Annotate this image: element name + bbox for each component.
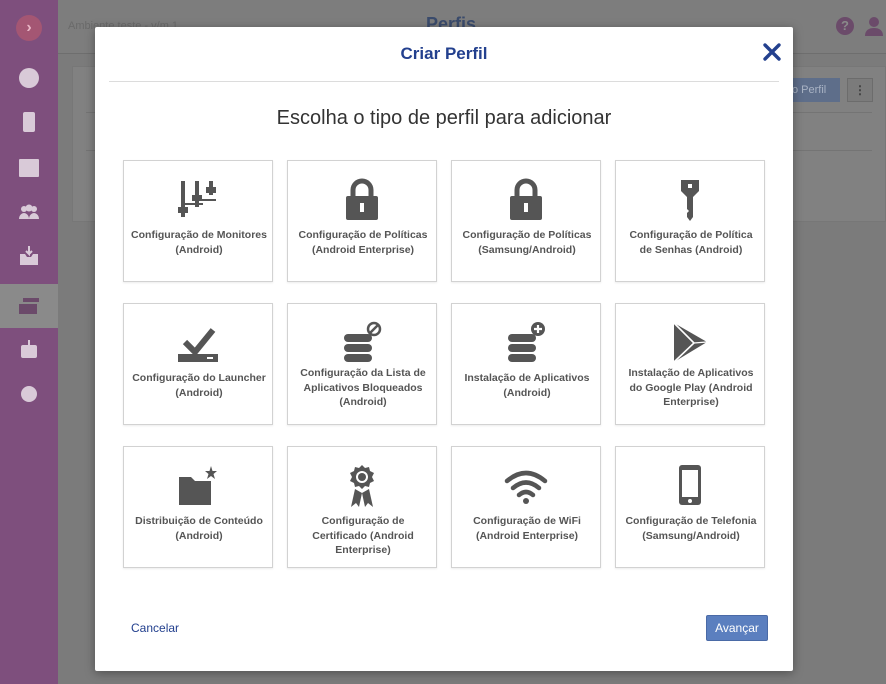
profile-type-grid: Configuração de Monitores (Android) Conf… <box>123 160 765 570</box>
sidebar-item-robot[interactable] <box>0 328 58 372</box>
profile-card-app-install[interactable]: Instalação de Aplicativos (Android) <box>451 303 601 425</box>
help-icon[interactable]: ? <box>836 17 854 35</box>
new-profile-button[interactable]: o Perfil <box>790 78 840 102</box>
card-label: Configuração do Launcher (Android) <box>132 372 266 399</box>
sidebar-item-profiles[interactable] <box>0 284 58 328</box>
sliders-icon <box>178 181 216 217</box>
lock-icon <box>346 178 378 220</box>
profile-card-content[interactable]: Distribuição de Conteúdo (Android) <box>123 446 273 568</box>
check-tray-icon <box>178 328 218 362</box>
profile-card-launcher[interactable]: Configuração do Launcher (Android) <box>123 303 273 425</box>
card-label: Configuração de Certificado (Android Ent… <box>312 515 414 556</box>
profile-card-policies-samsung[interactable]: Configuração de Políticas (Samsung/Andro… <box>451 160 601 282</box>
next-button[interactable]: Avançar <box>706 615 768 641</box>
robot-icon <box>21 340 37 358</box>
play-store-icon <box>673 322 708 363</box>
profile-card-monitors[interactable]: Configuração de Monitores (Android) <box>123 160 273 282</box>
more-options-button[interactable]: ⋮ <box>847 78 873 102</box>
app-logo[interactable]: › <box>16 15 42 41</box>
profile-card-google-play[interactable]: Instalação de Aplicativos do Google Play… <box>615 303 765 425</box>
profile-card-wifi[interactable]: Configuração de WiFi (Android Enterprise… <box>451 446 601 568</box>
modal-subtitle: Escolha o tipo de perfil para adicionar <box>276 107 612 129</box>
sidebar: › <box>0 0 58 684</box>
sidebar-item-dashboard[interactable] <box>0 56 58 100</box>
certificate-icon <box>350 465 374 507</box>
database-add-icon <box>508 322 545 362</box>
inbox-icon <box>20 246 38 265</box>
card-label: Configuração de Políticas (Android Enter… <box>298 229 428 256</box>
folder-star-icon <box>179 466 217 505</box>
database-block-icon <box>344 321 382 362</box>
create-profile-modal: Criar Perfil Escolha o tipo de perfil pa… <box>95 27 793 671</box>
user-icon[interactable] <box>864 16 884 36</box>
profile-card-password-policy[interactable]: Configuração de Política de Senhas (Andr… <box>615 160 765 282</box>
card-label: Configuração de Monitores (Android) <box>131 229 267 256</box>
sidebar-item-settings[interactable] <box>0 372 58 416</box>
wifi-icon <box>504 470 548 504</box>
card-label: Instalação de Aplicativos do Google Play… <box>628 367 754 408</box>
card-label: Configuração da Lista de Aplicativos Blo… <box>300 367 426 408</box>
key-icon <box>681 180 699 221</box>
cancel-button[interactable]: Cancelar <box>131 621 179 635</box>
modal-header: Criar Perfil <box>109 27 781 82</box>
sidebar-item-table[interactable] <box>0 146 58 190</box>
profiles-icon <box>19 298 39 314</box>
close-icon <box>763 43 781 61</box>
profile-card-telephony[interactable]: Configuração de Telefonia (Samsung/Andro… <box>615 446 765 568</box>
profile-card-blocked-apps[interactable]: Configuração da Lista de Aplicativos Blo… <box>287 303 437 425</box>
gear-icon <box>21 386 37 402</box>
card-label: Configuração de Telefonia (Samsung/Andro… <box>625 515 757 542</box>
devices-icon <box>23 112 35 132</box>
card-label: Configuração de WiFi (Android Enterprise… <box>473 515 581 542</box>
groups-icon <box>19 204 39 219</box>
card-label: Distribuição de Conteúdo (Android) <box>135 515 263 542</box>
card-label: Configuração de Política de Senhas (Andr… <box>629 229 753 256</box>
table-icon <box>19 159 39 177</box>
card-label: Instalação de Aplicativos (Android) <box>464 372 590 399</box>
modal-title: Criar Perfil <box>400 44 488 63</box>
close-button[interactable] <box>761 41 783 63</box>
phone-icon <box>679 465 701 505</box>
sidebar-item-groups[interactable] <box>0 190 58 234</box>
card-label: Configuração de Políticas (Samsung/Andro… <box>462 229 592 256</box>
sidebar-item-devices[interactable] <box>0 100 58 144</box>
profile-card-policies-enterprise[interactable]: Configuração de Políticas (Android Enter… <box>287 160 437 282</box>
profile-card-certificate[interactable]: Configuração de Certificado (Android Ent… <box>287 446 437 568</box>
dashboard-icon <box>19 68 39 88</box>
lock-icon <box>510 178 542 220</box>
sidebar-item-inbox[interactable] <box>0 234 58 278</box>
